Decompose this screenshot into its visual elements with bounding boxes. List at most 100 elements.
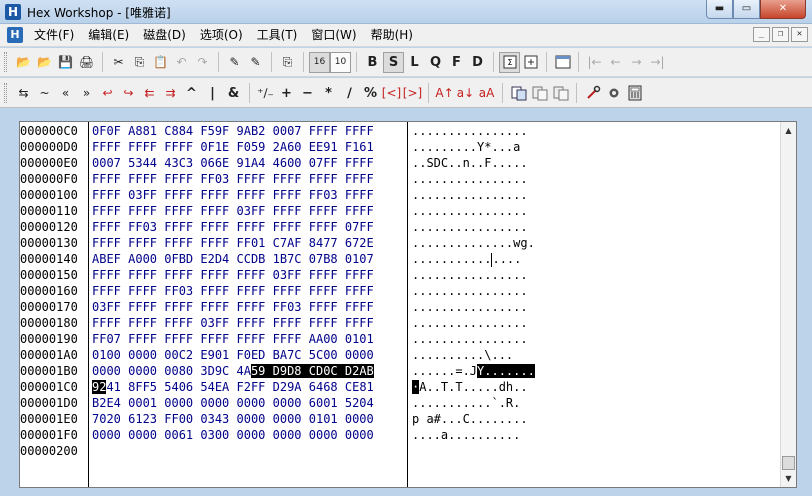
menu-tools[interactable]: 工具(T) <box>250 24 305 47</box>
compare-icon[interactable] <box>520 52 541 73</box>
hex-row[interactable]: FFFF FFFF FFFF FFFF FFFF 03FF FFFF FFFF <box>92 267 374 283</box>
ascii-row[interactable]: ................ <box>412 283 528 299</box>
block-left-icon[interactable]: [<] <box>381 83 402 104</box>
hex-row[interactable]: ABEF A000 0FBD E2D4 CCDB 1B7C 07B8 0107 <box>92 251 374 267</box>
ascii-row[interactable]: p a#...C........ <box>412 411 528 427</box>
hex-row[interactable]: FFFF FFFF FFFF FFFF 03FF FFFF FFFF FFFF <box>92 203 374 219</box>
bookmark-add-icon[interactable] <box>529 83 550 104</box>
nav-first-icon[interactable]: |← <box>584 52 605 73</box>
find-icon[interactable]: ✎ <box>224 52 245 73</box>
uppercase-icon[interactable]: A↑ <box>434 83 455 104</box>
doc-close-button[interactable]: ✕ <box>791 27 808 42</box>
hex-row-unselected[interactable]: 41 8FF5 5406 54EA F2FF D29A 6468 CE81 <box>106 380 373 394</box>
multiply-icon[interactable]: * <box>318 83 339 104</box>
save-icon[interactable]: 💾 <box>55 52 76 73</box>
menu-window[interactable]: 窗口(W) <box>304 24 363 47</box>
ascii-row[interactable]: ................ <box>412 315 528 331</box>
block-right-icon[interactable]: [>] <box>402 83 423 104</box>
hex-data-column[interactable]: 0F0F A881 C884 F59F 9AB2 0007 FFFF FFFF … <box>90 122 408 487</box>
hex-row[interactable]: FFFF FFFF FF03 FFFF FFFF FFFF FFFF FFFF <box>92 283 374 299</box>
rotate-right-icon[interactable]: ↪ <box>118 83 139 104</box>
hex-row[interactable]: 03FF FFFF FFFF FFFF FFFF FF03 FFFF FFFF <box>92 299 374 315</box>
ascii-row-text[interactable]: .... <box>492 252 521 266</box>
ascii-row[interactable]: ..............wg. <box>412 235 535 251</box>
ascii-row[interactable]: ................ <box>412 187 528 203</box>
hex-row[interactable]: FFFF FFFF FFFF FFFF FF01 C7AF 8477 672E <box>92 235 374 251</box>
subtract-icon[interactable]: − <box>297 83 318 104</box>
divide-icon[interactable]: ∕ <box>339 83 360 104</box>
ascii-row[interactable]: ·A..T.T.....dh.. <box>412 379 528 395</box>
maximize-button[interactable]: ▭ <box>733 0 760 19</box>
swap-icon[interactable]: ⇆ <box>13 83 34 104</box>
hex-row[interactable]: 0100 0000 00C2 E901 F0ED BA7C 5C00 0000 <box>92 347 374 363</box>
scroll-thumb[interactable] <box>782 456 795 470</box>
data-type-long-button[interactable]: L <box>404 52 425 73</box>
open-folder-icon[interactable]: 📂 <box>34 52 55 73</box>
data-type-short-button[interactable]: S <box>383 51 404 73</box>
tools-icon[interactable] <box>582 83 603 104</box>
undo-icon[interactable]: ↶ <box>171 52 192 73</box>
block-shift-right-icon[interactable]: ⇉ <box>160 83 181 104</box>
ascii-row[interactable]: ..SDC..n..F..... <box>412 155 528 171</box>
doc-minimize-button[interactable]: _ <box>753 27 770 42</box>
or-icon[interactable]: | <box>202 83 223 104</box>
hex-selection[interactable]: 59 D9D8 CD0C D2AB <box>250 364 374 378</box>
cut-icon[interactable]: ✂ <box>108 52 129 73</box>
nav-back-icon[interactable]: ← <box>605 52 626 73</box>
menu-file[interactable]: 文件(F) <box>27 24 81 47</box>
invert-case-icon[interactable]: aA <box>476 83 497 104</box>
ascii-row[interactable]: ............... <box>412 251 521 267</box>
nav-forward-icon[interactable]: → <box>626 52 647 73</box>
ascii-row[interactable]: ................ <box>412 299 528 315</box>
hex-row[interactable]: 0F0F A881 C884 F59F 9AB2 0007 FFFF FFFF <box>92 123 374 139</box>
shift-left-icon[interactable]: « <box>55 83 76 104</box>
hex-row[interactable]: 7020 6123 FF00 0343 0000 0000 0101 0000 <box>92 411 374 427</box>
hex-row[interactable]: FFFF 03FF FFFF FFFF FFFF FFFF FF03 FFFF <box>92 187 374 203</box>
minimize-button[interactable]: ▬ <box>706 0 733 19</box>
ascii-row[interactable]: ................ <box>412 331 528 347</box>
paste-icon[interactable]: 📋 <box>150 52 171 73</box>
document-icon[interactable]: H <box>7 27 23 43</box>
and-icon[interactable]: & <box>223 83 244 104</box>
ascii-row[interactable]: ................ <box>412 123 528 139</box>
decimal-base-10-icon[interactable]: 10 <box>330 51 351 73</box>
menu-options[interactable]: 选项(O) <box>193 24 250 47</box>
open-file-icon[interactable]: 📂 <box>13 52 34 73</box>
bookmark-icon[interactable] <box>508 83 529 104</box>
ascii-row-text[interactable]: ........... <box>412 252 491 266</box>
hex-row[interactable]: B2E4 0001 0000 0000 0000 0000 6001 5204 <box>92 395 374 411</box>
hex-row[interactable]: FFFF FF03 FFFF FFFF FFFF FFFF FFFF 07FF <box>92 219 374 235</box>
ascii-row[interactable]: ................ <box>412 219 528 235</box>
hex-row[interactable]: 0000 0000 0061 0300 0000 0000 0000 0000 <box>92 427 374 443</box>
hex-row[interactable]: 0007 5344 43C3 066E 91A4 4600 07FF FFFF <box>92 155 374 171</box>
doc-restore-button[interactable]: ❐ <box>772 27 789 42</box>
structure-viewer-icon[interactable] <box>552 52 573 73</box>
hex-row[interactable]: FFFF FFFF FFFF 0F1E F059 2A60 EE91 F161 <box>92 139 374 155</box>
replace-icon[interactable]: ⎘ <box>277 52 298 73</box>
data-type-double-button[interactable]: D <box>467 52 488 73</box>
menu-disk[interactable]: 磁盘(D) <box>136 24 193 47</box>
ascii-row[interactable]: ....a.......... <box>412 427 520 443</box>
ascii-row[interactable]: ......=.JY....... <box>412 363 535 379</box>
toolbar-grip[interactable] <box>4 83 7 103</box>
close-button[interactable]: ✕ <box>760 0 806 19</box>
ascii-row[interactable]: ................ <box>412 203 528 219</box>
scroll-up-icon[interactable]: ▲ <box>781 122 796 139</box>
redo-icon[interactable]: ↷ <box>192 52 213 73</box>
hex-row[interactable]: 9241 8FF5 5406 54EA F2FF D29A 6468 CE81 <box>92 379 374 395</box>
ascii-row-text[interactable]: ......=.J <box>412 364 477 378</box>
invert-icon[interactable]: ~ <box>34 83 55 104</box>
ascii-selection[interactable]: Y....... <box>477 364 535 378</box>
hex-editor[interactable]: 000000C0 000000D0 000000E0 000000F0 0000… <box>19 121 797 488</box>
menu-edit[interactable]: 编辑(E) <box>81 24 136 47</box>
hex-selection[interactable]: 92 <box>92 380 107 394</box>
xor-icon[interactable]: ^ <box>181 83 202 104</box>
data-type-quad-button[interactable]: Q <box>425 52 446 73</box>
nav-last-icon[interactable]: →| <box>647 52 668 73</box>
calculator-icon[interactable] <box>624 83 645 104</box>
toolbar-grip[interactable] <box>4 52 7 72</box>
ascii-row[interactable]: ..........\... <box>412 347 513 363</box>
hex-base-16-icon[interactable]: 16 <box>309 51 330 73</box>
data-type-float-button[interactable]: F <box>446 52 467 73</box>
scroll-down-icon[interactable]: ▼ <box>781 470 796 487</box>
